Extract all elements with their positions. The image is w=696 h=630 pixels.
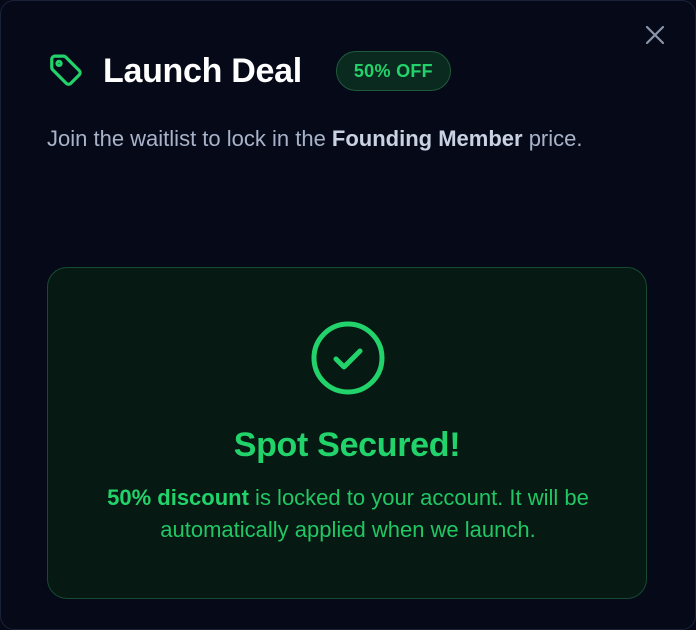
tag-icon bbox=[47, 52, 85, 90]
success-card: Spot Secured! 50% discount is locked to … bbox=[47, 267, 647, 599]
close-icon bbox=[645, 25, 665, 45]
close-button[interactable] bbox=[641, 21, 669, 49]
success-message: 50% discount is locked to your account. … bbox=[78, 482, 618, 546]
modal-header: Launch Deal 50% OFF bbox=[47, 47, 451, 95]
subtitle-suffix: price. bbox=[522, 126, 583, 151]
subtitle-text: Join the waitlist to lock in the bbox=[47, 126, 332, 151]
modal-title: Launch Deal bbox=[103, 51, 302, 90]
subtitle-highlight: Founding Member bbox=[331, 126, 523, 151]
modal-subtitle: Join the waitlist to lock in the Foundin… bbox=[47, 123, 647, 155]
success-message-highlight: 50% discount bbox=[107, 485, 249, 510]
launch-deal-modal: Launch Deal 50% OFF Join the waitlist to… bbox=[0, 0, 696, 630]
success-title: Spot Secured! bbox=[233, 426, 461, 464]
check-circle-icon bbox=[311, 321, 385, 395]
discount-badge: 50% OFF bbox=[335, 51, 451, 91]
